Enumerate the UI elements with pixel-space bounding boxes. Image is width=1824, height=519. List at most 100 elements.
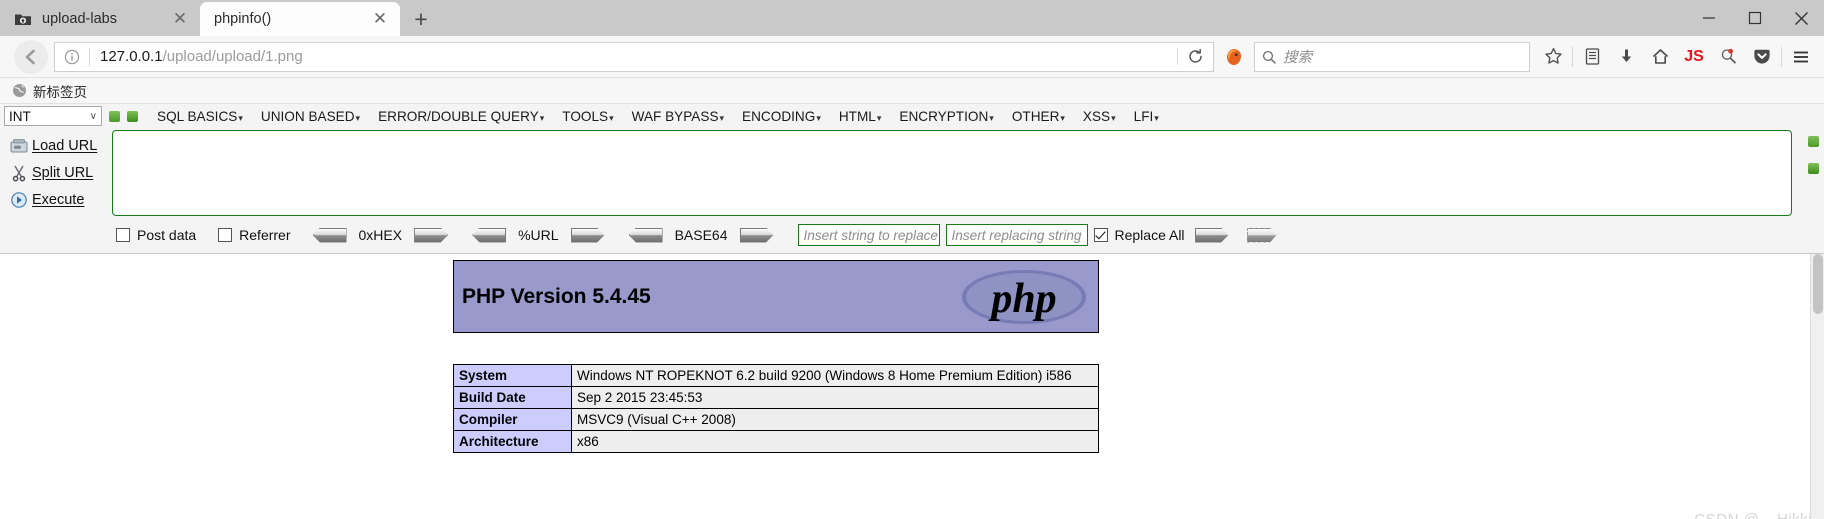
javascript-toggle-icon[interactable]: JS	[1677, 40, 1711, 74]
hackbar-menu-row: INT ∨ SQL BASICS▾ UNION BASED▾ ERROR/DOU…	[0, 104, 1824, 128]
caret-down-icon: ▾	[609, 112, 614, 123]
menu-label: WAF BYPASS	[631, 108, 719, 124]
home-icon[interactable]	[1643, 40, 1677, 74]
globe-icon	[12, 83, 27, 98]
tab-close-icon[interactable]: ✕	[170, 9, 190, 29]
hackbar-menu-encoding[interactable]: ENCODING▾	[733, 109, 830, 124]
table-row: Build Date Sep 2 2015 23:45:53	[453, 386, 1099, 409]
menu-label: LFI	[1133, 108, 1154, 124]
url-bar[interactable]: 127.0.0.1/upload/upload/1.png	[54, 41, 1214, 72]
checkbox-box[interactable]	[218, 228, 233, 242]
hackbar-options-row: Post data Referrer 0xHEX %URL BASE64 Ins…	[0, 220, 1824, 250]
hackbar-body: Load URL Split URL Execute	[0, 128, 1824, 220]
hackbar-menu-lfi[interactable]: LFI▾	[1125, 109, 1168, 124]
base64-converter-group: BASE64	[628, 227, 774, 243]
hackbar-collapse-toggle[interactable]	[109, 110, 120, 122]
hackbar-menu-union-based[interactable]: UNION BASED▾	[252, 109, 369, 124]
caret-down-icon: ▾	[1060, 112, 1065, 123]
hackbar-menu-error-double-query[interactable]: ERROR/DOUBLE QUERY▾	[369, 109, 553, 124]
caret-down-icon: ▾	[876, 112, 882, 123]
info-circle-icon[interactable]	[55, 49, 89, 65]
reload-icon[interactable]	[1177, 48, 1213, 65]
split-url-scissors-icon	[6, 164, 32, 182]
bookmark-item-new-tab[interactable]: 新标签页	[8, 81, 91, 101]
hackbar-url-textarea[interactable]	[112, 130, 1792, 216]
split-url-label: Split URL	[32, 164, 94, 181]
page-scrollbar[interactable]	[1810, 254, 1824, 519]
hackbar-menu-xss[interactable]: XSS▾	[1074, 109, 1125, 124]
zoom-search-icon[interactable]	[1711, 40, 1745, 74]
search-bar[interactable]: 搜索	[1254, 41, 1530, 72]
hackbar-side-expand-toggle[interactable]	[1807, 163, 1819, 174]
window-controls	[1686, 0, 1824, 36]
menu-label: HTML	[838, 108, 876, 124]
referrer-checkbox[interactable]: Referrer	[218, 227, 291, 243]
hackbar-menu-waf-bypass[interactable]: WAF BYPASS▾	[623, 109, 733, 124]
maximize-icon[interactable]	[1732, 0, 1778, 36]
referrer-label: Referrer	[239, 227, 291, 243]
close-icon[interactable]	[1778, 0, 1824, 36]
minimize-icon[interactable]	[1686, 0, 1732, 36]
caret-down-icon: ▾	[719, 112, 725, 123]
bookmark-star-icon[interactable]	[1536, 40, 1570, 74]
search-input[interactable]: 搜索	[1283, 46, 1312, 67]
downloads-icon[interactable]	[1609, 40, 1643, 74]
hackbar-expand-toggle[interactable]	[127, 110, 138, 122]
checkbox-box[interactable]	[1093, 228, 1108, 242]
pocket-icon[interactable]	[1745, 40, 1779, 74]
hackbar-menu-html[interactable]: HTML▾	[830, 109, 891, 124]
hamburger-menu-icon[interactable]	[1784, 40, 1818, 74]
replace-extra-arrow-button[interactable]	[1246, 227, 1277, 243]
menu-label: ENCRYPTION	[899, 108, 989, 124]
browser-tab-phpinfo[interactable]: phpinfo() ✕	[200, 2, 400, 36]
hackbar-side-collapse-toggle[interactable]	[1807, 136, 1819, 147]
hex-decode-arrow-button[interactable]	[312, 227, 347, 243]
scrollbar-thumb[interactable]	[1813, 254, 1823, 314]
caret-down-icon: ▾	[238, 112, 243, 123]
back-button[interactable]	[14, 39, 48, 74]
menu-label: ENCODING	[742, 108, 816, 124]
split-url-button[interactable]: Split URL	[0, 159, 112, 186]
url-converter-group: %URL	[472, 227, 605, 243]
hackbar-type-select[interactable]: INT ∨	[4, 106, 102, 126]
search-string-input[interactable]: Insert string to replace	[797, 224, 940, 246]
hex-encode-arrow-button[interactable]	[414, 227, 449, 243]
replacing-string-input[interactable]: Insert replacing string	[945, 224, 1088, 246]
hackbar-menu-sql-basics[interactable]: SQL BASICS▾	[148, 109, 252, 124]
caret-down-icon: ▾	[539, 112, 545, 123]
hex-label: 0xHEX	[358, 227, 403, 243]
checkbox-box[interactable]	[116, 228, 130, 242]
replace-apply-arrow-button[interactable]	[1194, 227, 1229, 243]
url-decode-arrow-button[interactable]	[472, 227, 507, 243]
post-data-checkbox[interactable]: Post data	[116, 227, 196, 243]
hackbar-menu-tools[interactable]: TOOLS▾	[553, 109, 622, 124]
chevron-down-icon: ∨	[89, 110, 97, 122]
firefox-icon[interactable]	[1214, 42, 1254, 72]
browser-tab-upload-labs[interactable]: upload-labs ✕	[0, 2, 200, 36]
hackbar-menu-encryption[interactable]: ENCRYPTION▾	[890, 109, 1002, 124]
hackbar-menu-other[interactable]: OTHER▾	[1003, 109, 1074, 124]
tab-close-icon[interactable]: ✕	[370, 9, 390, 29]
row-value: MSVC9 (Visual C++ 2008)	[571, 408, 1099, 431]
row-key: Build Date	[453, 386, 572, 409]
row-value: Sep 2 2015 23:45:53	[571, 386, 1099, 409]
replace-all-checkbox[interactable]: Replace All	[1093, 227, 1185, 243]
base64-encode-arrow-button[interactable]	[739, 227, 774, 243]
base64-decode-arrow-button[interactable]	[628, 227, 663, 243]
new-tab-button[interactable]: +	[404, 2, 438, 36]
hackbar-toolbar: INT ∨ SQL BASICS▾ UNION BASED▾ ERROR/DOU…	[0, 104, 1824, 254]
execute-button[interactable]: Execute	[0, 186, 112, 213]
caret-down-icon: ▾	[1154, 112, 1159, 123]
library-icon[interactable]	[1575, 40, 1609, 74]
url-encode-arrow-button[interactable]	[570, 227, 605, 243]
execute-label: Execute	[32, 191, 85, 208]
load-url-label: Load URL	[32, 137, 98, 154]
php-version-title: PHP Version 5.4.45	[462, 284, 651, 308]
table-row: System Windows NT ROPEKNOT 6.2 build 920…	[453, 364, 1099, 387]
caret-down-icon: ▾	[816, 112, 821, 123]
phpinfo-table-body: System Windows NT ROPEKNOT 6.2 build 920…	[453, 364, 1099, 453]
load-url-button[interactable]: Load URL	[0, 132, 112, 159]
row-key: Compiler	[453, 408, 572, 431]
post-data-label: Post data	[137, 227, 197, 243]
table-row: Compiler MSVC9 (Visual C++ 2008)	[453, 408, 1099, 431]
